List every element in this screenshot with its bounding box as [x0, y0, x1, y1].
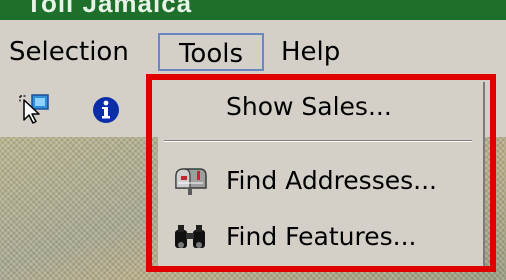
menu-item-label: Find Addresses... — [226, 166, 437, 195]
binoculars-icon — [175, 225, 205, 248]
identify-button[interactable] — [88, 92, 124, 128]
menu-item-show-sales[interactable]: Show Sales... — [226, 86, 476, 128]
menu-item-label: Find Features... — [226, 222, 417, 251]
menu-item-find-features[interactable]: Find Features... — [158, 216, 478, 258]
menu-bar: Selection Tools Help — [0, 20, 506, 82]
menu-help[interactable]: Help — [272, 33, 349, 71]
select-features-icon — [19, 94, 49, 124]
tools-menu-dropdown: Show Sales... Find Addresses... Find Fea… — [158, 82, 485, 268]
title-bar: Toll Jamaica — [0, 0, 506, 20]
menu-selection[interactable]: Selection — [0, 33, 138, 71]
menu-tools[interactable]: Tools — [158, 33, 264, 71]
menu-item-label: Show Sales... — [226, 92, 392, 121]
mailbox-icon — [175, 168, 207, 195]
info-icon — [93, 97, 119, 123]
window-title: Toll Jamaica — [26, 0, 193, 18]
menu-separator — [164, 140, 472, 142]
menu-item-find-addresses[interactable]: Find Addresses... — [158, 160, 478, 202]
select-features-button[interactable] — [18, 92, 54, 128]
